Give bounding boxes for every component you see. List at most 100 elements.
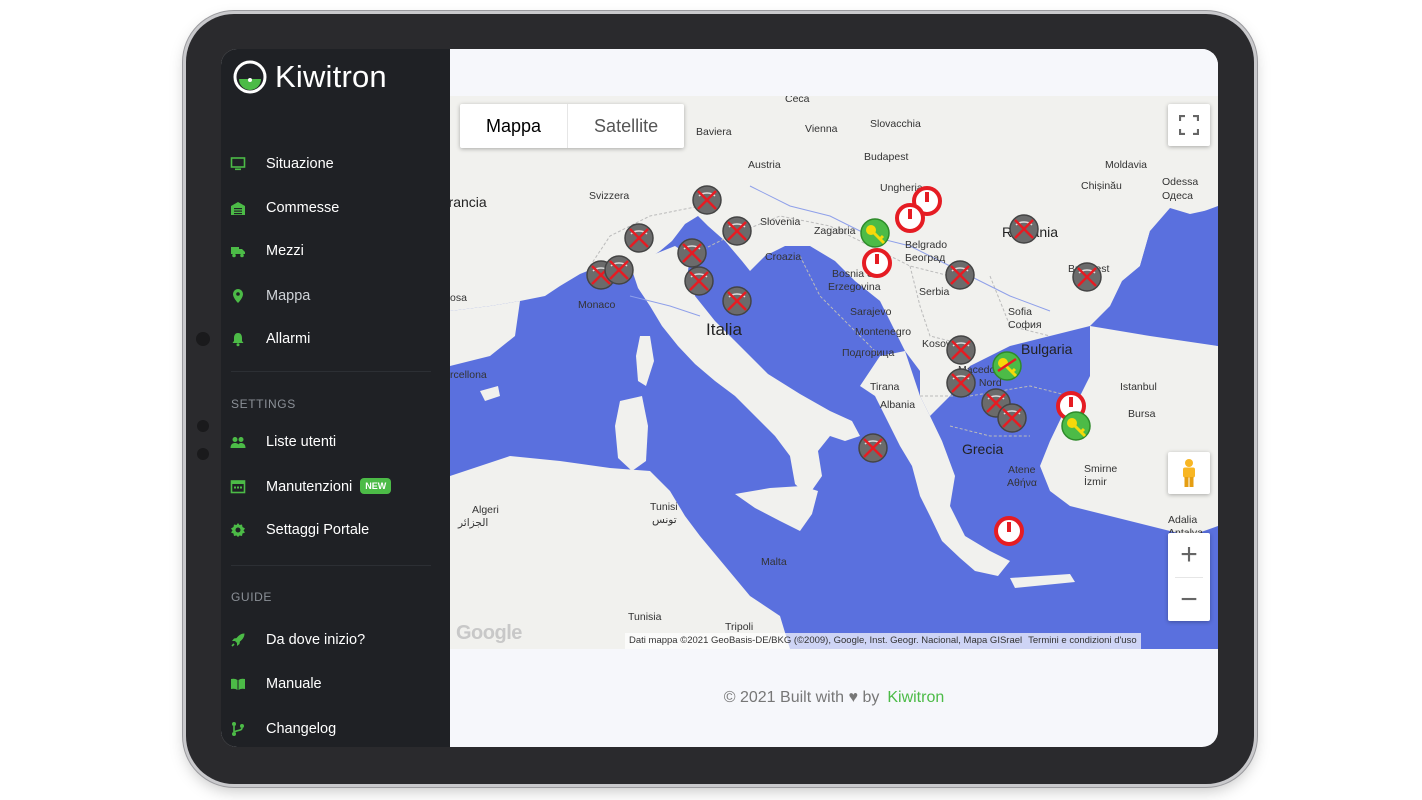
git-branch-icon <box>230 721 246 737</box>
vehicle-marker-offline[interactable] <box>682 264 716 298</box>
sidebar-item-label: Manuale <box>266 676 322 692</box>
map-label: osa <box>450 292 467 304</box>
map-label: Београд <box>905 252 946 264</box>
app-screen: Kiwitron Situazione Commesse Mezzi Mappa… <box>221 49 1218 747</box>
terms-link[interactable]: Termini e condizioni d'uso <box>1028 635 1136 647</box>
vehicle-offline-icon <box>946 335 976 365</box>
map-label: İzmir <box>1084 476 1107 488</box>
vehicle-marker-stopped[interactable] <box>893 201 927 235</box>
rocket-icon <box>230 632 246 648</box>
map-type-satellite[interactable]: Satellite <box>567 104 684 148</box>
map-label: Подгорица <box>842 347 895 359</box>
sidebar-item-situazione[interactable]: Situazione <box>221 149 450 179</box>
sidebar-item-settaggi-portale[interactable]: Settaggi Portale <box>221 515 450 545</box>
vehicle-marker-offline[interactable] <box>944 366 978 400</box>
map-label: Malta <box>761 556 787 568</box>
map-type-map[interactable]: Mappa <box>460 104 567 148</box>
vehicle-marker-offline[interactable] <box>622 221 656 255</box>
vehicle-marker-offline[interactable] <box>944 333 978 367</box>
vehicle-offline-icon <box>692 185 722 215</box>
calendar-icon <box>230 478 246 494</box>
fullscreen-button[interactable] <box>1168 104 1210 146</box>
zoom-in-button[interactable]: + <box>1168 533 1210 577</box>
power-icon <box>862 248 892 278</box>
sidebar-item-commesse[interactable]: Commesse <box>221 193 450 223</box>
map-label: Svizzera <box>589 190 630 202</box>
bell-icon <box>230 331 246 347</box>
map-label: Slovacchia <box>870 118 921 130</box>
map-label: Odessa <box>1162 176 1199 188</box>
vehicle-marker-offline[interactable] <box>943 258 977 292</box>
sidebar-item-label: Da dove inizio? <box>266 632 366 648</box>
footer-brand-link[interactable]: Kiwitron <box>887 689 944 707</box>
map-label: الجزائر <box>458 517 489 529</box>
map-label: Monaco <box>578 299 616 311</box>
fullscreen-icon <box>1179 115 1199 135</box>
sidebar-item-label: Allarmi <box>266 331 311 347</box>
vehicle-marker-offline[interactable] <box>720 214 754 248</box>
sidebar-item-mezzi[interactable]: Mezzi <box>221 236 450 266</box>
vehicle-marker-offline[interactable] <box>856 431 890 465</box>
gear-icon <box>230 522 246 538</box>
vehicle-marker-active[interactable] <box>858 216 892 250</box>
vehicle-offline-icon <box>722 216 752 246</box>
vehicle-marker-offline[interactable] <box>995 401 1029 435</box>
map-label: Grecia <box>962 441 1004 457</box>
map-view[interactable]: Ceca Baviera Vienna Slovacchia Austria B… <box>450 96 1218 649</box>
map-label: Algeri <box>472 504 499 516</box>
vehicle-offline-icon <box>945 260 975 290</box>
power-icon <box>895 203 925 233</box>
users-icon <box>230 434 246 450</box>
sidebar-item-manutenzioni[interactable]: Manutenzioni NEW <box>221 471 450 501</box>
brand-logo[interactable]: Kiwitron <box>233 55 387 99</box>
map-label: Vienna <box>805 123 838 135</box>
sidebar-divider <box>231 371 431 372</box>
vehicle-marker-offline[interactable] <box>1070 260 1104 294</box>
vehicle-marker-active[interactable] <box>990 349 1024 383</box>
key-icon <box>992 351 1022 381</box>
sidebar-item-mappa[interactable]: Mappa <box>221 281 450 311</box>
map-label: Tirana <box>870 381 900 393</box>
map-label: Chișinău <box>1081 180 1122 192</box>
vehicle-marker-offline[interactable] <box>1007 212 1041 246</box>
map-label: Albania <box>880 399 916 411</box>
sidebar-item-liste-utenti[interactable]: Liste utenti <box>221 427 450 457</box>
vehicle-marker-stopped[interactable] <box>860 246 894 280</box>
footer: © 2021 Built with ♥ by Kiwitron <box>450 649 1218 747</box>
key-icon <box>1061 411 1091 441</box>
map-label: Adalia <box>1168 514 1198 526</box>
sidebar-item-label: Mappa <box>266 288 311 304</box>
sidebar-item-manuale[interactable]: Manuale <box>221 669 450 699</box>
power-icon <box>994 516 1024 546</box>
warehouse-icon <box>230 200 246 216</box>
map-label: Zagabria <box>814 225 856 237</box>
map-label: Одеса <box>1162 190 1193 202</box>
footer-text: © 2021 Built with ♥ by <box>723 689 880 706</box>
google-logo: Google <box>456 622 522 644</box>
vehicle-marker-offline[interactable] <box>720 284 754 318</box>
vehicle-marker-active[interactable] <box>1059 409 1093 443</box>
street-view-button[interactable] <box>1168 452 1210 494</box>
sidebar-item-changelog[interactable]: Changelog <box>221 714 450 744</box>
tablet-button <box>197 448 209 460</box>
vehicle-offline-icon <box>722 286 752 316</box>
zoom-out-button[interactable]: − <box>1168 578 1210 621</box>
map-attribution: Dati mappa ©2021 GeoBasis-DE/BKG (©2009)… <box>625 633 1141 649</box>
vehicle-marker-stopped[interactable] <box>992 514 1026 548</box>
vehicle-marker-offline[interactable] <box>602 253 636 287</box>
basemap <box>450 96 1218 649</box>
map-label: София <box>1008 319 1042 331</box>
vehicle-offline-icon <box>997 403 1027 433</box>
tablet-camera <box>196 332 210 346</box>
map-label: Slovenia <box>760 216 801 228</box>
sidebar-item-label: Mezzi <box>266 243 304 259</box>
map-label: Moldavia <box>1105 159 1148 171</box>
sidebar-item-da-dove-inizio[interactable]: Da dove inizio? <box>221 625 450 655</box>
sidebar-item-label-text: Manutenzioni <box>266 478 353 495</box>
tablet-button <box>197 420 209 432</box>
map-label: Smirne <box>1084 463 1118 475</box>
truck-icon <box>230 243 246 259</box>
map-label: Tripoli <box>725 621 754 633</box>
vehicle-marker-offline[interactable] <box>690 183 724 217</box>
sidebar-item-allarmi[interactable]: Allarmi <box>221 324 450 354</box>
